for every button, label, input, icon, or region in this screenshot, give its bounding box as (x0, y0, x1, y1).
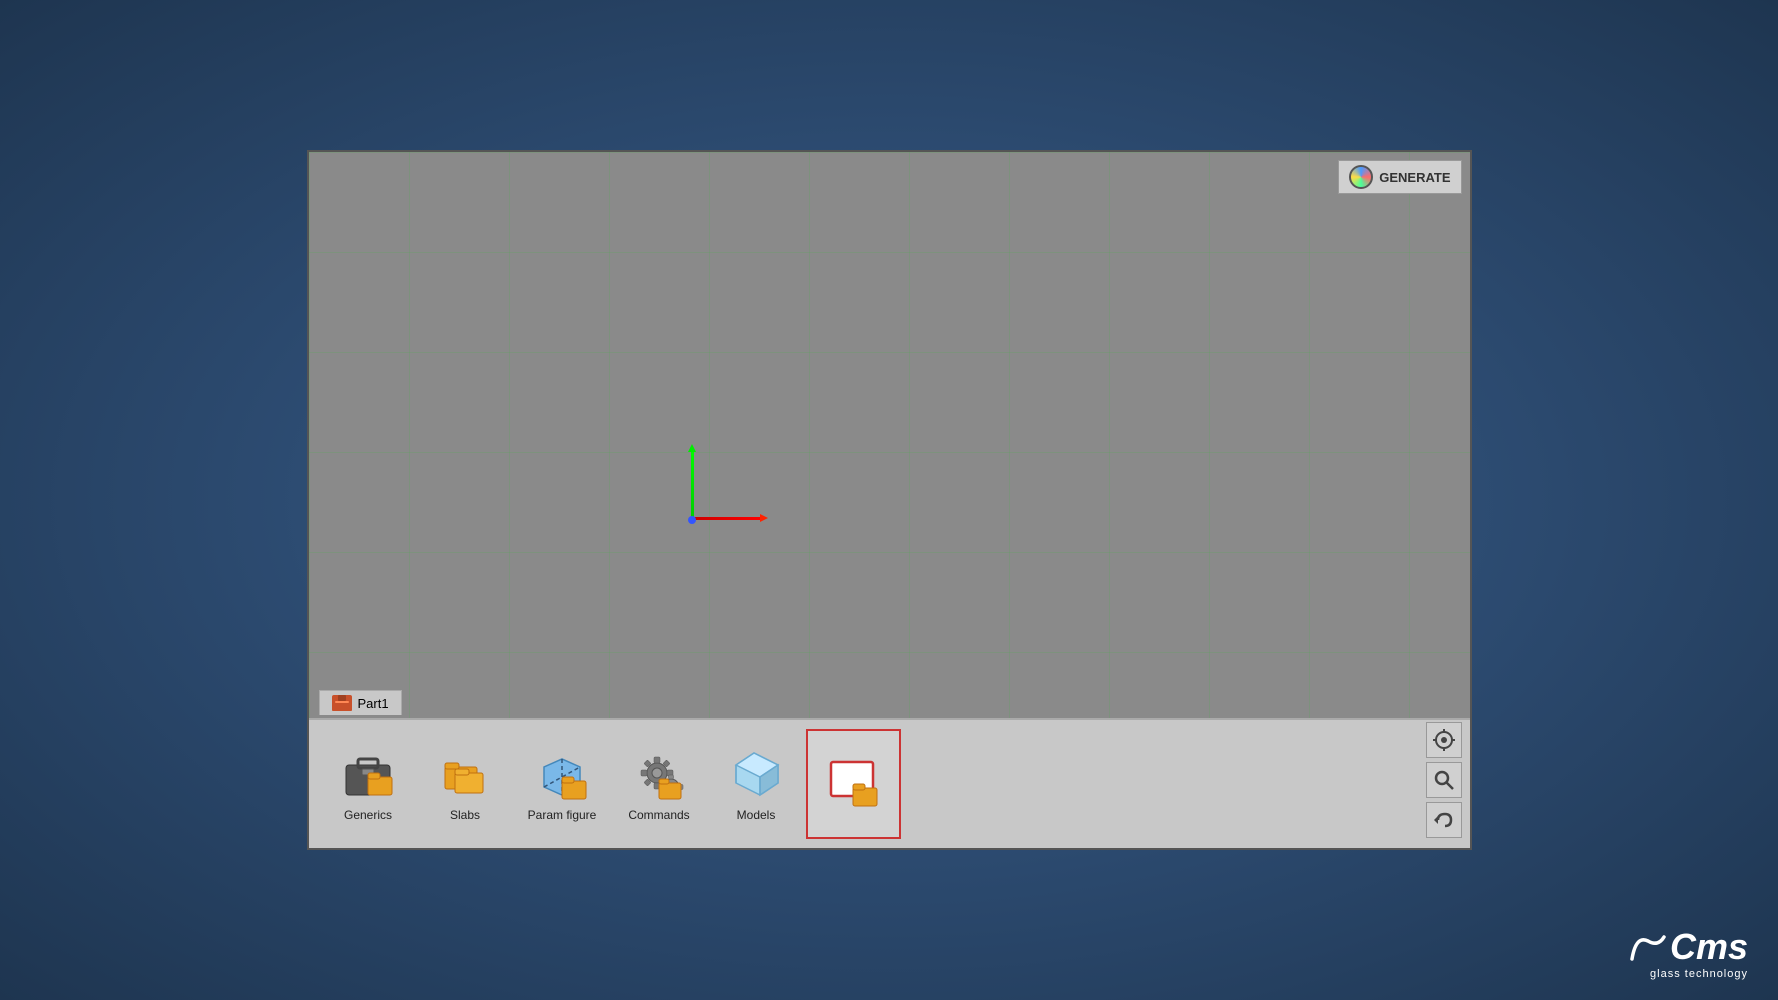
last-icon (824, 753, 882, 811)
axis-origin-dot (688, 516, 696, 524)
undo-button[interactable] (1426, 802, 1462, 838)
models-label: Models (737, 808, 776, 822)
generate-button[interactable]: GENERATE (1338, 160, 1461, 194)
toolbar-item-param-figure[interactable]: Param figure (515, 729, 610, 839)
commands-icon (630, 746, 688, 804)
axis-x (692, 517, 762, 520)
generate-icon (1349, 165, 1373, 189)
cms-sub-text: glass technology (1630, 968, 1748, 980)
cms-logo: Cms glass technology (1630, 926, 1748, 980)
param-figure-icon (533, 746, 591, 804)
search-button[interactable] (1426, 762, 1462, 798)
commands-label: Commands (628, 808, 689, 822)
toolbar-item-models[interactable]: Models (709, 729, 804, 839)
slabs-label: Slabs (450, 808, 480, 822)
toolbar-item-generics[interactable]: Generics (321, 729, 416, 839)
main-window: GENERATE Part1 (307, 150, 1472, 850)
toolbar-items: Generics Slabs (317, 720, 905, 848)
toolbar-item-commands[interactable]: Commands (612, 729, 707, 839)
generics-label: Generics (344, 808, 392, 822)
outer-background: GENERATE Part1 (0, 0, 1778, 1000)
toolbar-item-last[interactable] (806, 729, 901, 839)
part-tab-icon (332, 695, 352, 711)
cms-brand-text: Cms (1670, 926, 1748, 968)
param-figure-label: Param figure (528, 808, 597, 822)
toolbar-item-slabs[interactable]: Slabs (418, 729, 513, 839)
right-toolbar (1426, 722, 1462, 838)
slabs-icon (436, 746, 494, 804)
viewport[interactable]: GENERATE (309, 152, 1470, 718)
generics-icon (339, 746, 397, 804)
view-options-button[interactable] (1426, 722, 1462, 758)
part-tab-label: Part1 (358, 696, 389, 711)
part-tab[interactable]: Part1 (319, 690, 402, 715)
generate-label: GENERATE (1379, 170, 1450, 185)
axis-y (691, 450, 694, 520)
models-icon (727, 746, 785, 804)
bottom-toolbar: Part1 (309, 718, 1470, 848)
